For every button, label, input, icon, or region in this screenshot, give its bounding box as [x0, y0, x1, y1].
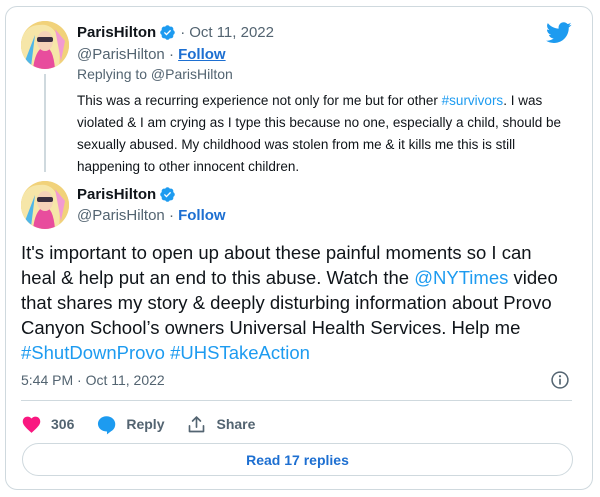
share-label: Share — [216, 416, 256, 432]
like-button[interactable]: 306 — [21, 414, 74, 435]
separator-dot: · — [180, 24, 186, 41]
reply-handle-row: @ParisHilton · Follow — [77, 46, 226, 63]
hashtag-link[interactable]: #ShutDownProvo — [21, 342, 165, 363]
share-upload-icon — [189, 415, 205, 432]
main-author-row: ParisHilton — [77, 186, 176, 203]
tweet-date[interactable]: Oct 11, 2022 — [189, 24, 274, 41]
thread-connector-line — [44, 74, 46, 172]
separator-dot: · — [168, 207, 179, 224]
avatar-image — [21, 21, 69, 69]
avatar-image — [21, 181, 69, 229]
hashtag-link[interactable]: #survivors — [442, 93, 504, 108]
reply-tweet-text: This was a recurring experience not only… — [77, 90, 569, 178]
info-icon[interactable] — [550, 370, 570, 390]
hashtag-link[interactable]: #UHSTakeAction — [170, 342, 310, 363]
avatar[interactable] — [21, 181, 69, 229]
like-count: 306 — [51, 416, 75, 432]
reply-button[interactable]: Reply — [96, 414, 164, 435]
reply-author-row: ParisHilton · Oct 11, 2022 — [77, 24, 274, 41]
speech-bubble-icon — [98, 415, 116, 434]
author-handle[interactable]: @ParisHilton — [77, 207, 165, 224]
author-display-name[interactable]: ParisHilton — [77, 24, 156, 41]
tweet-text-segment: This was a recurring experience not only… — [77, 93, 442, 108]
main-handle-row: @ParisHilton · Follow — [77, 207, 226, 224]
share-button[interactable]: Share — [186, 414, 255, 435]
author-handle[interactable]: @ParisHilton — [77, 46, 165, 63]
reply-label: Reply — [126, 416, 165, 432]
heart-icon — [22, 416, 41, 433]
tweet-actions-bar: 306 Reply Share — [21, 412, 277, 436]
verified-badge-icon — [160, 187, 175, 202]
mention-link[interactable]: @NYTimes — [414, 267, 508, 288]
twitter-bird-icon[interactable] — [546, 22, 572, 44]
author-display-name[interactable]: ParisHilton — [77, 186, 156, 203]
divider — [21, 400, 572, 401]
verified-badge-icon — [160, 25, 175, 40]
tweet-timestamp[interactable]: 5:44 PM · Oct 11, 2022 — [21, 372, 165, 388]
main-tweet-text: It's important to open up about these pa… — [21, 240, 571, 365]
read-replies-button[interactable]: Read 17 replies — [22, 443, 573, 476]
follow-link[interactable]: Follow — [178, 46, 226, 63]
replying-to-label: Replying to @ParisHilton — [77, 66, 233, 82]
avatar[interactable] — [21, 21, 69, 69]
separator-dot: · — [168, 46, 179, 63]
follow-link[interactable]: Follow — [178, 207, 226, 224]
